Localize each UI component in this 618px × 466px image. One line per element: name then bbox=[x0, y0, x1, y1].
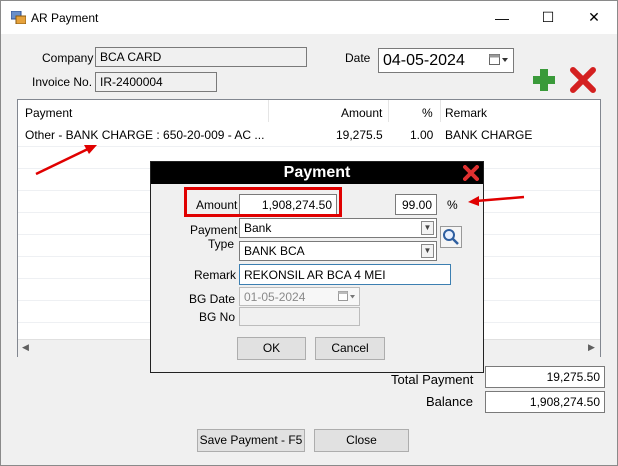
arrow-annotation bbox=[35, 145, 525, 206]
